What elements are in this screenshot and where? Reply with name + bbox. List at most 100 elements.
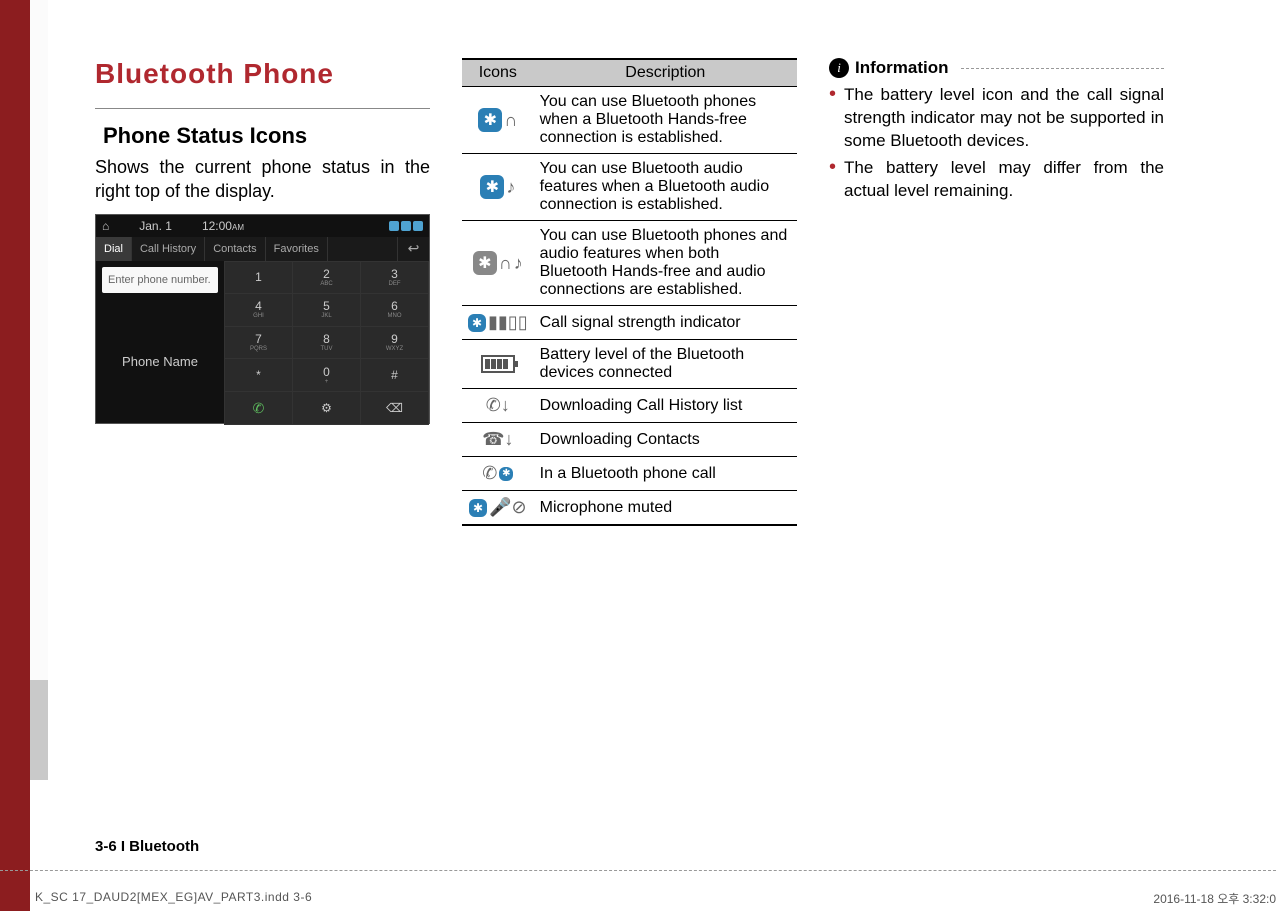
icon-description-table: Icons Description ✱∩You can use Bluetoot…: [462, 58, 797, 526]
battery-icon: [481, 355, 515, 373]
description-cell: In a Bluetooth phone call: [534, 457, 797, 491]
bluetooth-icon: ✱: [480, 175, 504, 199]
table-row: ✱∩♪You can use Bluetooth phones and audi…: [462, 221, 797, 306]
microphone-mute-icon: 🎤⊘: [489, 497, 527, 518]
shot-body: Enter phone number. Phone Name 12ABC3DEF…: [96, 261, 429, 425]
icon-cell: ✆✱: [462, 457, 534, 491]
tab-dial[interactable]: Dial: [96, 237, 132, 261]
table-row: ✆✱In a Bluetooth phone call: [462, 457, 797, 491]
section-subhead: Phone Status Icons: [103, 123, 430, 149]
page-margin-bar: [30, 0, 48, 780]
home-icon: ⌂: [102, 219, 109, 233]
tab-call-history[interactable]: Call History: [132, 237, 205, 261]
column-middle: Icons Description ✱∩You can use Bluetoot…: [462, 58, 797, 526]
list-item-text: The battery level icon and the call sign…: [844, 84, 1164, 153]
tab-favorites[interactable]: Favorites: [266, 237, 328, 261]
icon-cell: ✆↓: [462, 389, 534, 423]
page-footer: 3-6 I Bluetooth: [95, 838, 199, 855]
icon-table-body: ✱∩You can use Bluetooth phones when a Bl…: [462, 87, 797, 526]
page-title: Bluetooth Phone: [95, 58, 430, 90]
back-icon[interactable]: ↩: [397, 237, 429, 261]
phone-name-label: Phone Name: [96, 299, 224, 425]
backspace-button[interactable]: ⌫: [361, 392, 428, 424]
title-divider: [95, 108, 430, 109]
keypad-key[interactable]: 2ABC: [293, 262, 360, 294]
shot-keypad: 12ABC3DEF 4GHI5JKL6MNO 7PQRS8TUV9WXYZ *0+# ✆…: [224, 261, 429, 425]
shot-left-pane: Enter phone number. Phone Name: [96, 261, 224, 425]
keypad-key[interactable]: 3DEF: [361, 262, 428, 294]
description-cell: You can use Bluetooth audio features whe…: [534, 154, 797, 221]
bluetooth-icon: ✱: [468, 314, 486, 332]
info-label: Information: [855, 58, 949, 78]
page-content: Bluetooth Phone Phone Status Icons Shows…: [95, 58, 1195, 526]
description-cell: Call signal strength indicator: [534, 306, 797, 340]
table-row: ☎↓ Downloading Contacts: [462, 423, 797, 457]
page-accent-bar: [0, 0, 30, 911]
table-row: Battery level of the Bluetooth devices c…: [462, 340, 797, 389]
info-list: •The battery level icon and the call sig…: [829, 84, 1164, 203]
bluetooth-icon: ✱: [473, 251, 497, 275]
phone-icon: ✆: [482, 463, 497, 484]
description-cell: Microphone muted: [534, 491, 797, 526]
bullet-icon: •: [829, 157, 836, 203]
settings-button[interactable]: ⚙: [293, 392, 360, 424]
column-left: Bluetooth Phone Phone Status Icons Shows…: [95, 58, 430, 526]
indesign-date-label: 2016-11-18 오후 3:32:0: [1153, 890, 1276, 907]
keypad-key[interactable]: 1: [225, 262, 292, 294]
bluetooth-icon: ✱: [478, 108, 502, 132]
status-date: Jan. 1: [139, 219, 172, 233]
keypad-key[interactable]: 8TUV: [293, 327, 360, 359]
description-cell: Downloading Contacts: [534, 423, 797, 457]
keypad-key[interactable]: 0+: [293, 359, 360, 391]
call-button[interactable]: ✆: [225, 392, 292, 424]
contact-download-icon: ☎↓: [482, 429, 513, 450]
bluetooth-icon: ✱: [469, 499, 487, 517]
icon-cell: ✱🎤⊘: [462, 491, 534, 526]
table-row: ✱♪You can use Bluetooth audio features w…: [462, 154, 797, 221]
icon-cell: ☎↓: [462, 423, 534, 457]
page-tab-bar: [30, 680, 48, 780]
keypad-key[interactable]: 6MNO: [361, 294, 428, 326]
status-time-value: 12:00: [202, 219, 232, 233]
description-cell: Downloading Call History list: [534, 389, 797, 423]
status-time: 12:00AM: [202, 219, 244, 233]
headset-icon: ∩: [499, 253, 512, 274]
keypad-key[interactable]: 5JKL: [293, 294, 360, 326]
table-row: ✱▮▮▯▯Call signal strength indicator: [462, 306, 797, 340]
bluetooth-icon: ✱: [499, 467, 513, 481]
description-cell: You can use Bluetooth phones when a Blue…: [534, 87, 797, 154]
information-header: i Information: [829, 58, 1164, 78]
signal-bars-icon: ▮▮▯▯: [488, 312, 528, 333]
keypad-key[interactable]: 7PQRS: [225, 327, 292, 359]
intro-text: Shows the current phone status in the ri…: [95, 155, 430, 204]
tab-contacts[interactable]: Contacts: [205, 237, 265, 261]
status-ampm: AM: [232, 223, 244, 232]
table-row: ✆↓ Downloading Call History list: [462, 389, 797, 423]
shot-status-bar: ⌂ Jan. 1 12:00AM: [96, 215, 429, 237]
keypad-key[interactable]: *: [225, 359, 292, 391]
keypad-key[interactable]: 4GHI: [225, 294, 292, 326]
table-row: ✱🎤⊘Microphone muted: [462, 491, 797, 526]
info-icon: i: [829, 58, 849, 78]
shot-tabs: Dial Call History Contacts Favorites ↩: [96, 237, 429, 261]
phone-number-input[interactable]: Enter phone number.: [102, 267, 218, 293]
keypad-key[interactable]: #: [361, 359, 428, 391]
table-row: ✱∩You can use Bluetooth phones when a Bl…: [462, 87, 797, 154]
icon-cell: ✱∩: [462, 87, 534, 154]
list-item: •The battery level icon and the call sig…: [829, 84, 1164, 153]
col-header-icons: Icons: [462, 59, 534, 87]
list-item: •The battery level may differ from the a…: [829, 157, 1164, 203]
icon-cell: ✱∩♪: [462, 221, 534, 306]
device-screenshot: ⌂ Jan. 1 12:00AM Dial Call History Conta…: [95, 214, 430, 424]
column-right: i Information •The battery level icon an…: [829, 58, 1164, 526]
keypad-key[interactable]: 9WXYZ: [361, 327, 428, 359]
indesign-file-label: K_SC 17_DAUD2[MEX_EG]AV_PART3.indd 3-6: [35, 890, 312, 904]
table-header-row: Icons Description: [462, 59, 797, 87]
col-header-description: Description: [534, 59, 797, 87]
headset-icon: ∩: [504, 110, 517, 131]
icon-cell: ✱▮▮▯▯: [462, 306, 534, 340]
description-cell: Battery level of the Bluetooth devices c…: [534, 340, 797, 389]
bullet-icon: •: [829, 84, 836, 153]
description-cell: You can use Bluetooth phones and audio f…: [534, 221, 797, 306]
phone-download-icon: ✆↓: [486, 395, 510, 416]
